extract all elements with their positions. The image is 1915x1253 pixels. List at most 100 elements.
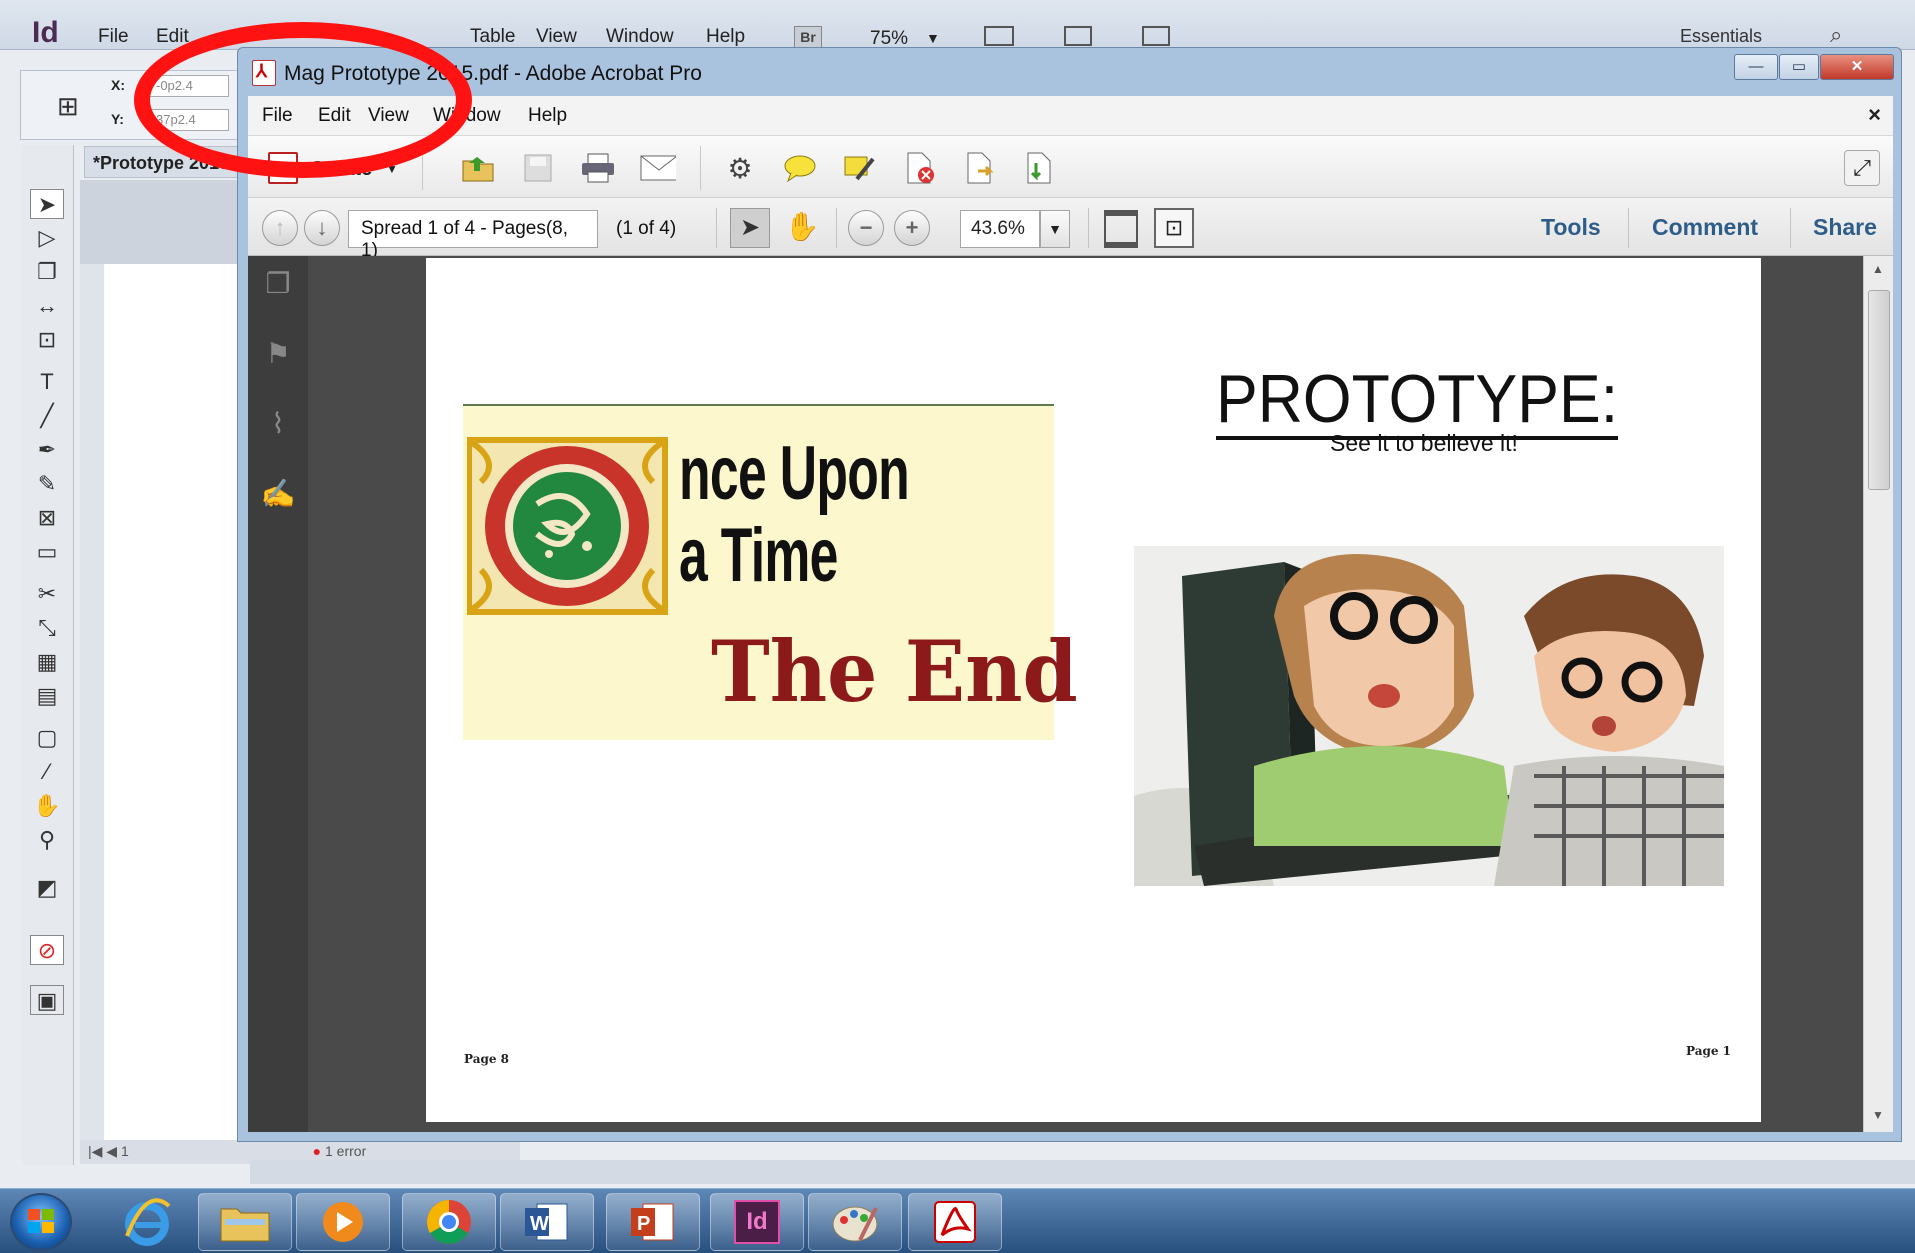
- content-collector-icon[interactable]: ⊡: [30, 325, 64, 355]
- apply-none-icon[interactable]: ⊘: [30, 935, 64, 965]
- id-menu-window[interactable]: Window: [606, 26, 674, 48]
- fit-page-icon[interactable]: ⊡: [1154, 208, 1194, 248]
- media-player-icon[interactable]: [296, 1193, 390, 1251]
- close-button[interactable]: ✕: [1820, 54, 1894, 80]
- internet-explorer-icon[interactable]: [100, 1193, 194, 1251]
- id-menu-table[interactable]: Table: [470, 26, 515, 48]
- delete-pages-icon[interactable]: [902, 150, 938, 186]
- page-nav-icon[interactable]: |◀ ◀: [88, 1143, 121, 1159]
- share-pane-link[interactable]: Share: [1813, 214, 1877, 241]
- fill-stroke-icon[interactable]: ◩: [30, 873, 64, 903]
- zoom-field[interactable]: 43.6%: [960, 210, 1040, 248]
- pen-tool-icon[interactable]: ✒: [30, 435, 64, 465]
- toolbar-separator: [1088, 208, 1089, 248]
- page-number-field[interactable]: 1: [121, 1143, 129, 1159]
- toolbar-separator: [716, 208, 717, 248]
- close-document-icon[interactable]: ×: [1868, 102, 1881, 128]
- next-page-icon[interactable]: ↓: [304, 210, 340, 246]
- gap-tool-icon[interactable]: ↔: [30, 291, 64, 321]
- expand-icon[interactable]: ⤢: [1844, 150, 1880, 186]
- type-tool-icon[interactable]: T: [30, 367, 64, 397]
- search-icon[interactable]: ⌕: [1830, 22, 1842, 48]
- comment-icon[interactable]: [782, 150, 818, 186]
- scroll-up-icon[interactable]: ▲: [1872, 262, 1884, 276]
- gradient-swatch-tool-icon[interactable]: ▦: [30, 647, 64, 677]
- print-icon[interactable]: [580, 150, 616, 186]
- workspace-switcher[interactable]: Essentials: [1680, 26, 1762, 47]
- open-icon[interactable]: [460, 150, 496, 186]
- bookmarks-icon[interactable]: ⚑: [260, 336, 296, 372]
- id-zoom-chevron-down-icon[interactable]: ▼: [926, 30, 940, 46]
- arrange-documents-icon[interactable]: [1142, 26, 1170, 46]
- selection-tool-icon[interactable]: ➤: [30, 189, 64, 219]
- save-icon[interactable]: [520, 150, 556, 186]
- maximize-button[interactable]: ▭: [1779, 54, 1819, 80]
- zoom-in-icon[interactable]: +: [894, 210, 930, 246]
- bridge-button[interactable]: Br: [794, 26, 822, 48]
- error-indicator-icon: ●: [312, 1143, 322, 1159]
- acrobat-taskbar-icon[interactable]: [908, 1193, 1002, 1251]
- rectangle-tool-icon[interactable]: ▭: [30, 537, 64, 567]
- page-number-field[interactable]: Spread 1 of 4 - Pages(8, 1): [348, 210, 598, 261]
- reference-point-icon[interactable]: ⊞: [57, 91, 79, 122]
- zoom-chevron-down-icon[interactable]: ▼: [1040, 210, 1070, 248]
- paint-icon[interactable]: [808, 1193, 902, 1251]
- minimize-button[interactable]: —: [1734, 54, 1778, 80]
- scroll-down-icon[interactable]: ▼: [1872, 1108, 1884, 1122]
- gradient-feather-tool-icon[interactable]: ▤: [30, 681, 64, 711]
- id-menu-help[interactable]: Help: [706, 26, 745, 48]
- zoom-out-icon[interactable]: −: [848, 210, 884, 246]
- word-icon[interactable]: W: [500, 1193, 594, 1251]
- acrobat-menubar: File Edit View Window Help ×: [248, 96, 1893, 136]
- rectangle-frame-tool-icon[interactable]: ⊠: [30, 503, 64, 533]
- pdf-page-spread: nce Upon a Time The End PROTOTYPE: See i…: [426, 258, 1761, 1122]
- free-transform-tool-icon[interactable]: ⤡: [30, 613, 64, 643]
- file-explorer-icon[interactable]: [198, 1193, 292, 1251]
- direct-selection-tool-icon[interactable]: ▷: [30, 223, 64, 253]
- select-tool-icon[interactable]: ➤: [730, 208, 770, 248]
- note-tool-icon[interactable]: ▢: [30, 723, 64, 753]
- windows-taskbar: W P Id: [0, 1188, 1915, 1253]
- line-tool-icon[interactable]: ╱: [30, 401, 64, 431]
- id-menu-view[interactable]: View: [536, 26, 577, 48]
- powerpoint-icon[interactable]: P: [606, 1193, 700, 1251]
- scissors-tool-icon[interactable]: ✂: [30, 579, 64, 609]
- eyedropper-tool-icon[interactable]: ⁄: [30, 757, 64, 787]
- hand-tool-icon[interactable]: ✋: [782, 208, 822, 248]
- svg-text:W: W: [530, 1213, 549, 1235]
- preflight-status[interactable]: 1 error: [325, 1143, 366, 1159]
- toolbar-separator: [1628, 208, 1629, 248]
- screen-mode-icon[interactable]: [1064, 26, 1092, 46]
- view-options-icon[interactable]: [984, 26, 1014, 46]
- highlight-icon[interactable]: [842, 150, 878, 186]
- export-pages-icon[interactable]: [962, 150, 998, 186]
- pencil-tool-icon[interactable]: ✎: [30, 469, 64, 499]
- email-icon[interactable]: [640, 150, 676, 186]
- zoom-tool-icon[interactable]: ⚲: [30, 825, 64, 855]
- scroll-thumb[interactable]: [1868, 290, 1890, 490]
- indesign-taskbar-label: Id: [734, 1200, 780, 1244]
- ruler: [80, 180, 240, 264]
- scrolling-mode-icon[interactable]: [1104, 210, 1138, 248]
- toolbar-separator: [700, 146, 701, 190]
- ornate-o-dropcap-image: [467, 437, 668, 615]
- indesign-logo: Id: [32, 16, 59, 49]
- comment-pane-link[interactable]: Comment: [1652, 214, 1758, 241]
- hand-tool-icon[interactable]: ✋: [30, 791, 64, 821]
- signatures-icon[interactable]: ✍: [260, 476, 296, 512]
- previous-page-icon[interactable]: ↑: [262, 210, 298, 246]
- vertical-scrollbar[interactable]: ▲ ▼: [1863, 256, 1893, 1132]
- settings-gear-icon[interactable]: ⚙: [722, 150, 758, 186]
- start-button[interactable]: [10, 1193, 72, 1251]
- indesign-taskbar-icon[interactable]: Id: [710, 1193, 804, 1251]
- insert-pages-icon[interactable]: [1022, 150, 1058, 186]
- tools-pane-link[interactable]: Tools: [1541, 214, 1601, 241]
- screen-mode-tool-icon[interactable]: ▣: [30, 985, 64, 1015]
- chrome-icon[interactable]: [402, 1193, 496, 1251]
- acrobat-titlebar[interactable]: ⅄ Mag Prototype 2015.pdf - Adobe Acrobat…: [238, 48, 1901, 96]
- page-tool-icon[interactable]: ❐: [30, 257, 64, 287]
- attachments-icon[interactable]: ⌇: [260, 406, 296, 442]
- menu-help[interactable]: Help: [528, 105, 567, 127]
- id-menu-file[interactable]: File: [98, 26, 129, 48]
- page-thumbnails-icon[interactable]: ❐: [260, 266, 296, 302]
